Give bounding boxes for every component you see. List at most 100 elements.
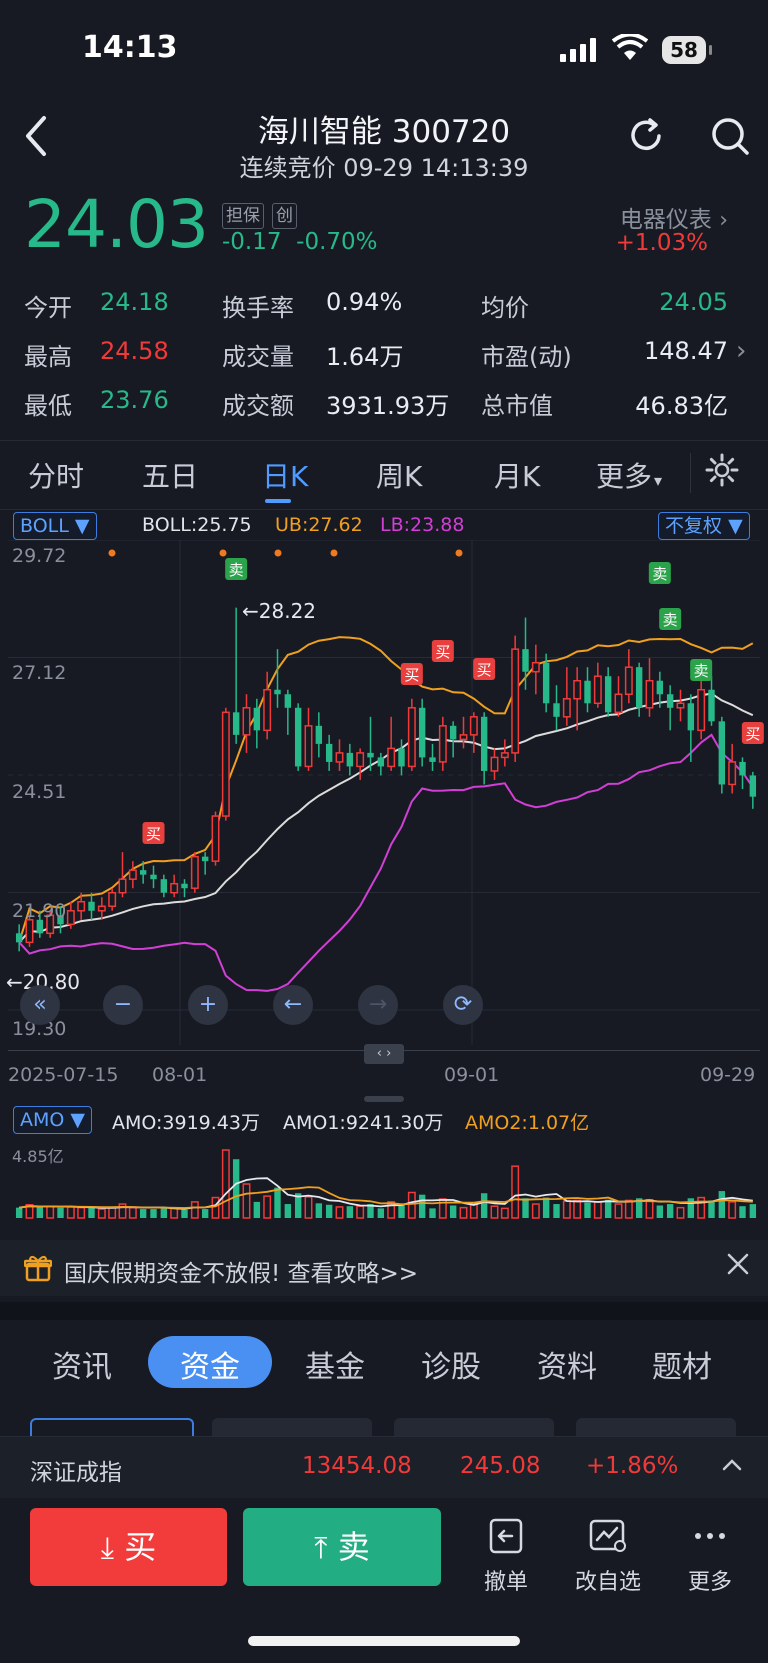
amo-bar [201,1209,209,1218]
amo-bar [562,1200,571,1219]
signal-label: 买 [146,825,161,843]
indicator-selector[interactable]: BOLL ▼ [13,512,97,540]
search-icon[interactable] [708,114,752,158]
pe-value[interactable]: 148.47 [600,337,728,365]
signal-label: 卖 [229,561,244,579]
promo-banner[interactable]: 国庆假期资金不放假! 查看攻略>> [0,1240,768,1296]
active-tab-underline [265,499,291,503]
candle-body [584,680,591,704]
refresh-icon[interactable] [624,114,668,158]
scroll-right-icon[interactable]: → [358,985,398,1025]
candle-body [718,721,726,785]
subtab-partial[interactable] [576,1418,736,1436]
candle-body [356,752,365,768]
tab-daily-k[interactable]: 日K [262,455,308,495]
candle-body [25,919,34,944]
tab-diagnosis[interactable]: 诊股 [421,1342,481,1386]
change-value: -0.17 [222,229,282,255]
candle [170,874,179,898]
boll-value: BOLL:25.75 [142,514,252,536]
pane-resize-handle[interactable] [364,1096,404,1102]
turnover-value: 0.94% [326,288,403,316]
max-price: 28.22 [259,599,316,623]
event-dot [455,549,463,557]
amo-selector[interactable]: AMO ▼ [13,1106,93,1134]
info-tabs: 资讯 资金 基金 诊股 资料 题材 [0,1322,768,1402]
tab-themes[interactable]: 题材 [652,1342,712,1386]
buy-arrow-icon: ⤓ [100,1531,115,1566]
candle-body [687,703,695,731]
candle-body [429,757,436,762]
amo-bar [253,1201,261,1218]
candle [708,676,715,726]
signal-label: 卖 [663,611,678,629]
zoom-far-left-icon[interactable]: « [20,985,60,1025]
amo1-line [19,1177,753,1210]
chevron-right-icon[interactable]: › [736,336,746,366]
tab-capital[interactable]: 资金 [180,1342,240,1386]
tab-weekly-k[interactable]: 周K [376,455,422,495]
zoom-in-icon[interactable]: + [188,985,228,1025]
more-label: 更多 [687,1570,732,1595]
amo-bar [242,1183,251,1219]
tab-news[interactable]: 资讯 [52,1342,112,1386]
more-dots-icon [695,1533,725,1539]
amo-bar [728,1201,737,1219]
adjust-selector[interactable]: 不复权 ▼ [658,512,750,540]
tab-monthly-k[interactable]: 月K [494,455,540,495]
buy-button[interactable]: ⤓ 买 [30,1508,227,1586]
zoom-out-icon[interactable]: − [103,985,143,1025]
tab-intraday[interactable]: 分时 [28,455,84,495]
x-tick-label: 08-01 [152,1064,208,1086]
section-divider [0,1302,768,1320]
subtab-partial[interactable] [30,1418,194,1438]
candle [294,703,302,771]
candle-body [294,707,302,767]
amo-chart[interactable] [0,1140,768,1230]
amo-selector-label: AMO [20,1109,65,1131]
tab-profile[interactable]: 资料 [537,1342,597,1386]
drag-handle-icon[interactable]: ‹ › [364,1044,404,1064]
subtab-partial[interactable] [394,1418,554,1436]
tab-five-day[interactable]: 五日 [142,455,198,495]
sell-button[interactable]: ⤒ 卖 [243,1508,441,1586]
amo-bar [211,1196,220,1219]
buy-signal: 买 [431,640,454,662]
candle [88,892,95,920]
sell-signal: 卖 [690,659,713,681]
chevron-right-icon: › [719,208,728,233]
amo-bar [77,1206,86,1219]
candle [377,752,385,776]
candle [15,924,23,952]
candle [181,879,188,898]
close-icon[interactable] [724,1250,752,1282]
scroll-left-icon[interactable]: ← [273,985,313,1025]
status-time: 14:13 [82,30,178,65]
amo-bar [150,1209,157,1218]
pe-label: 市盈(动) [481,343,572,371]
sector-link[interactable]: 电器仪表 › [560,200,728,234]
boll-mid-line [18,692,754,943]
settings-gear-icon[interactable] [690,453,739,493]
candle [211,811,220,866]
last-price: 24.03 [24,186,209,263]
candle [232,607,240,744]
more-button[interactable]: 更多 [670,1516,750,1596]
tab-funds[interactable]: 基金 [305,1342,365,1386]
candle [398,739,405,776]
home-indicator[interactable] [248,1636,520,1646]
candle [553,685,560,731]
tab-more[interactable]: 更多 ▾ [596,455,662,495]
rotate-screen-icon[interactable]: ⟳ [443,985,483,1025]
chevron-up-icon[interactable] [720,1455,744,1479]
cancel-order-button[interactable]: 撤单 [466,1516,546,1596]
amo-bar [480,1193,488,1218]
candle-body [367,752,374,758]
index-ticker[interactable]: 深证成指 13454.08 245.08 +1.86% [0,1436,768,1499]
edit-watchlist-button[interactable]: 改自选 [568,1516,648,1596]
candle [263,671,272,740]
candle [584,667,591,713]
sell-signal: 卖 [225,558,248,580]
amo-bar [749,1204,757,1218]
subtab-partial[interactable] [212,1418,372,1436]
